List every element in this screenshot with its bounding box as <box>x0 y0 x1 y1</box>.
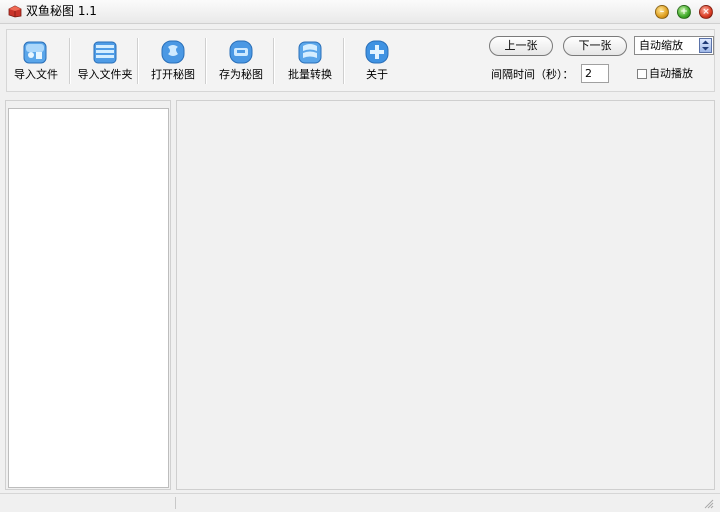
save-secret-image-label: 存为秘图 <box>219 68 263 81</box>
toolbar-divider <box>205 38 207 84</box>
autoplay-label[interactable]: 自动播放 <box>649 67 693 81</box>
app-icon <box>8 5 22 18</box>
zoom-mode-value: 自动缩放 <box>639 39 683 52</box>
autoplay-checkbox[interactable] <box>637 69 647 79</box>
title-bar: 双鱼秘图 1.1 – + × <box>0 0 720 24</box>
toolbar: 导入文件 导入文件夹 打开秘图 存为秘图 批量转换 关于 上一张 下一张 自动缩… <box>6 29 715 92</box>
save-secret-image-icon <box>229 40 253 64</box>
batch-convert-icon <box>298 41 322 64</box>
file-list[interactable] <box>8 108 169 488</box>
about-label: 关于 <box>366 68 388 81</box>
resize-grip-icon[interactable] <box>702 497 714 509</box>
minimize-button[interactable]: – <box>655 5 669 19</box>
status-bar <box>0 493 720 512</box>
import-folder-button[interactable]: 导入文件夹 <box>73 30 137 91</box>
window-title: 双鱼秘图 1.1 <box>26 4 97 18</box>
import-folder-icon <box>93 41 117 64</box>
toolbar-divider <box>273 38 275 84</box>
close-icon: × <box>702 7 710 17</box>
file-list-panel <box>5 100 171 490</box>
close-button[interactable]: × <box>699 5 713 19</box>
interval-input[interactable]: 2 <box>581 64 609 83</box>
open-secret-image-button[interactable]: 打开秘图 <box>141 30 205 91</box>
import-file-button[interactable]: 导入文件 <box>7 30 65 91</box>
toolbar-divider <box>343 38 345 84</box>
spin-arrows-icon[interactable] <box>699 38 712 53</box>
toolbar-divider <box>69 38 71 84</box>
zoom-mode-select[interactable]: 自动缩放 <box>634 36 714 55</box>
next-image-button[interactable]: 下一张 <box>563 36 627 56</box>
save-secret-image-button[interactable]: 存为秘图 <box>209 30 273 91</box>
status-divider <box>175 497 176 509</box>
import-file-icon <box>23 41 47 64</box>
import-folder-label: 导入文件夹 <box>77 68 133 81</box>
interval-label: 间隔时间（秒）： <box>491 68 574 81</box>
batch-convert-button[interactable]: 批量转换 <box>277 30 343 91</box>
about-icon <box>365 40 389 64</box>
open-secret-image-label: 打开秘图 <box>151 68 195 81</box>
about-button[interactable]: 关于 <box>347 30 407 91</box>
toolbar-divider <box>137 38 139 84</box>
import-file-label: 导入文件 <box>14 68 58 81</box>
prev-image-button[interactable]: 上一张 <box>489 36 553 56</box>
image-view-area[interactable] <box>176 100 715 490</box>
open-secret-image-icon <box>161 40 185 64</box>
batch-convert-label: 批量转换 <box>288 68 332 81</box>
maximize-button[interactable]: + <box>677 5 691 19</box>
maximize-icon: + <box>680 7 688 17</box>
minimize-icon: – <box>659 7 665 17</box>
